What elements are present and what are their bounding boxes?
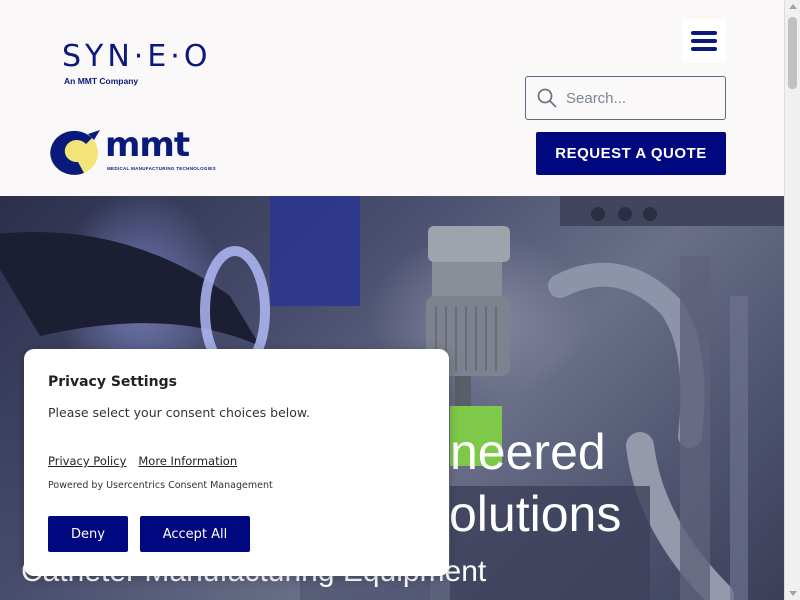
consent-description: Please select your consent choices below… [48, 405, 310, 420]
hamburger-icon [691, 31, 717, 35]
syneo-tagline: An MMT Company [64, 76, 139, 86]
consent-title: Privacy Settings [48, 374, 177, 390]
site-header: SYN·E·O An MMT Company mmt MEDICAL MANUF… [0, 0, 784, 196]
search-box[interactable] [525, 76, 726, 120]
hero-heading-line2: olutions [449, 486, 622, 542]
syneo-logo-text: SYN·E·O [62, 39, 212, 74]
scroll-up-arrow-icon[interactable] [789, 4, 797, 9]
mmt-logo-text: mmt [105, 125, 190, 165]
consent-links: Privacy Policy More Information [48, 454, 237, 468]
mmt-tagline: MEDICAL MANUFACTURING TECHNOLOGIES [107, 166, 216, 171]
mmt-logo[interactable]: mmt MEDICAL MANUFACTURING TECHNOLOGIES [48, 126, 228, 178]
accept-all-button[interactable]: Accept All [140, 516, 250, 552]
scroll-down-arrow-icon[interactable] [789, 591, 797, 596]
privacy-policy-link[interactable]: Privacy Policy [48, 454, 126, 468]
consent-powered-by: Powered by Usercentrics Consent Manageme… [48, 480, 273, 491]
request-quote-button[interactable]: REQUEST A QUOTE [536, 132, 726, 175]
privacy-consent-dialog: Privacy Settings Please select your cons… [24, 349, 449, 576]
page-scrollbar[interactable] [784, 0, 800, 600]
menu-button[interactable] [682, 19, 726, 63]
hero-heading-line1: neered [450, 424, 606, 480]
deny-button[interactable]: Deny [48, 516, 128, 552]
mmt-logo-mark-icon [50, 130, 100, 175]
syneo-logo[interactable]: SYN·E·O An MMT Company [62, 39, 212, 87]
scrollbar-thumb[interactable] [788, 17, 797, 89]
more-information-link[interactable]: More Information [138, 454, 237, 468]
search-icon[interactable] [528, 77, 566, 119]
search-input[interactable] [566, 89, 716, 107]
